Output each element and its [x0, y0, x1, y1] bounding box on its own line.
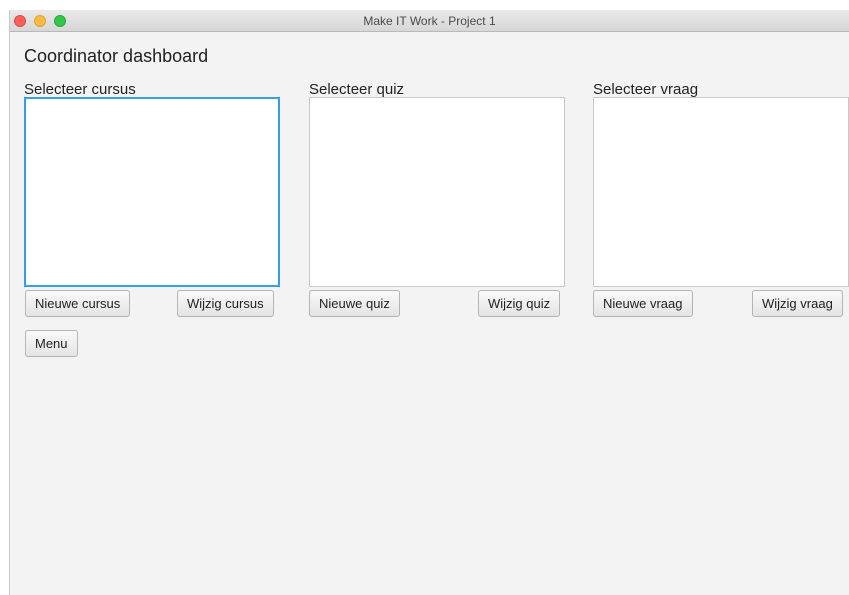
edit-quiz-button[interactable]: Wijzig quiz	[478, 290, 561, 317]
course-list[interactable]	[24, 97, 280, 287]
menu-button[interactable]: Menu	[25, 330, 78, 357]
edit-course-button[interactable]: Wijzig cursus	[177, 290, 274, 317]
course-label: Selecteer cursus	[24, 81, 136, 98]
window-title: Make IT Work - Project 1	[363, 14, 496, 28]
new-course-button[interactable]: Nieuwe cursus	[25, 290, 131, 317]
new-question-button[interactable]: Nieuwe vraag	[593, 290, 693, 317]
title-bar: Make IT Work - Project 1	[10, 10, 849, 32]
quiz-label: Selecteer quiz	[309, 81, 405, 98]
app-window: Make IT Work - Project 1 Coordinator das…	[9, 10, 849, 595]
edit-question-button[interactable]: Wijzig vraag	[752, 290, 843, 317]
page-title: Coordinator dashboard	[24, 46, 209, 66]
question-label: Selecteer vraag	[593, 81, 699, 98]
new-quiz-button[interactable]: Nieuwe quiz	[309, 290, 400, 317]
question-list[interactable]	[593, 97, 849, 287]
quiz-list[interactable]	[309, 97, 565, 287]
